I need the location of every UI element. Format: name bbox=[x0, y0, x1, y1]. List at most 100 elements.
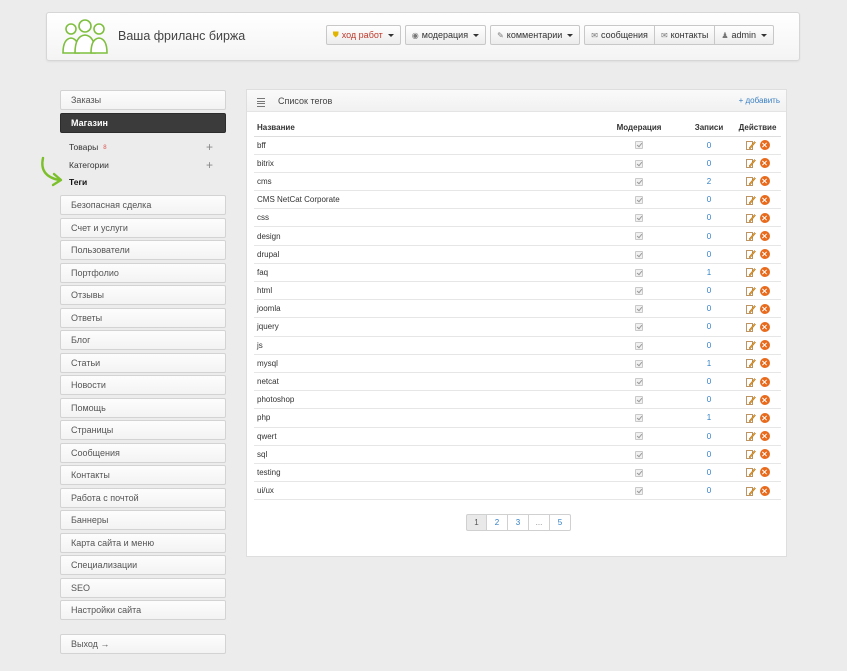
tag-name[interactable]: bitrix bbox=[254, 154, 594, 173]
sidebar-item[interactable]: Отзывы bbox=[60, 285, 226, 305]
tag-count[interactable]: 2 bbox=[684, 172, 734, 192]
tag-count[interactable]: 0 bbox=[684, 226, 734, 246]
edit-icon[interactable] bbox=[745, 358, 756, 369]
tag-count[interactable]: 0 bbox=[684, 208, 734, 228]
tag-count[interactable]: 0 bbox=[684, 481, 734, 501]
page-link[interactable]: ... bbox=[529, 514, 550, 531]
tag-name[interactable]: sql bbox=[254, 445, 594, 464]
sidebar-item[interactable]: Помощь bbox=[60, 397, 226, 418]
contacts-button[interactable]: ✉ контакты bbox=[654, 25, 716, 45]
tag-name[interactable]: qwert bbox=[254, 427, 594, 446]
edit-icon[interactable] bbox=[745, 431, 756, 441]
edit-icon[interactable] bbox=[745, 413, 756, 423]
delete-icon[interactable] bbox=[759, 249, 770, 260]
tag-count[interactable]: 0 bbox=[684, 463, 734, 483]
delete-icon[interactable] bbox=[759, 176, 770, 187]
delete-icon[interactable] bbox=[759, 467, 770, 478]
edit-icon[interactable] bbox=[745, 449, 756, 460]
sidebar-item[interactable]: Карта сайта и меню bbox=[60, 532, 226, 553]
sidebar-item[interactable]: Безопасная сделка bbox=[60, 195, 226, 215]
tag-name[interactable]: faq bbox=[254, 263, 594, 283]
moderation-checkbox[interactable] bbox=[635, 177, 643, 186]
tag-name[interactable]: testing bbox=[254, 463, 594, 483]
moderation-checkbox[interactable] bbox=[635, 468, 643, 477]
site-title[interactable]: Ваша фриланс биржа bbox=[118, 29, 245, 43]
sidebar-item[interactable]: Статьи bbox=[60, 352, 226, 373]
edit-icon[interactable] bbox=[745, 486, 756, 496]
logout-button[interactable]: Выход → bbox=[60, 634, 226, 654]
page-link[interactable]: 3 bbox=[508, 514, 529, 531]
sidebar-item[interactable]: Блог bbox=[60, 330, 226, 350]
delete-icon[interactable] bbox=[759, 194, 770, 205]
tag-name[interactable]: js bbox=[254, 336, 594, 355]
delete-icon[interactable] bbox=[759, 394, 770, 405]
tag-count[interactable]: 0 bbox=[684, 336, 734, 355]
delete-icon[interactable] bbox=[759, 212, 770, 223]
edit-icon[interactable] bbox=[745, 176, 756, 187]
tag-name[interactable]: ui/ux bbox=[254, 481, 594, 501]
tag-count[interactable]: 0 bbox=[684, 154, 734, 173]
moderation-checkbox[interactable] bbox=[635, 341, 643, 350]
edit-icon[interactable] bbox=[745, 286, 756, 296]
sidebar-item-orders[interactable]: Заказы bbox=[60, 90, 226, 110]
tag-name[interactable]: jquery bbox=[254, 317, 594, 337]
sidebar-item-shop[interactable]: Магазин bbox=[60, 112, 226, 133]
edit-icon[interactable] bbox=[745, 467, 756, 478]
sidebar-item[interactable]: Баннеры bbox=[60, 510, 226, 530]
sidebar-item[interactable]: Настройки сайта bbox=[60, 600, 226, 620]
edit-icon[interactable] bbox=[745, 377, 756, 387]
edit-icon[interactable] bbox=[745, 340, 756, 351]
tag-name[interactable]: css bbox=[254, 208, 594, 228]
menu-icon[interactable] bbox=[257, 98, 265, 108]
edit-icon[interactable] bbox=[745, 231, 756, 241]
moderation-menu-button[interactable]: ◉ модерация bbox=[404, 25, 487, 45]
tag-count[interactable]: 1 bbox=[684, 354, 734, 373]
logo-people-icon[interactable] bbox=[62, 19, 108, 55]
delete-icon[interactable] bbox=[759, 285, 770, 296]
add-category-icon[interactable]: + bbox=[206, 159, 213, 171]
progress-menu-button[interactable]: ⛊ ход работ bbox=[325, 25, 401, 45]
edit-icon[interactable] bbox=[745, 158, 756, 169]
tag-count[interactable]: 0 bbox=[684, 390, 734, 410]
edit-icon[interactable] bbox=[745, 267, 756, 278]
subnav-item-products[interactable]: Товары 8 bbox=[69, 142, 107, 152]
delete-icon[interactable] bbox=[759, 321, 770, 332]
moderation-checkbox[interactable] bbox=[635, 487, 643, 496]
moderation-checkbox[interactable] bbox=[635, 141, 643, 150]
moderation-checkbox[interactable] bbox=[635, 432, 643, 441]
edit-icon[interactable] bbox=[745, 195, 756, 205]
moderation-checkbox[interactable] bbox=[635, 250, 643, 259]
tag-name[interactable]: cms bbox=[254, 172, 594, 192]
tag-name[interactable]: php bbox=[254, 408, 594, 428]
tag-count[interactable]: 0 bbox=[684, 136, 734, 155]
tag-count[interactable]: 0 bbox=[684, 245, 734, 264]
moderation-checkbox[interactable] bbox=[635, 196, 643, 205]
tag-count[interactable]: 0 bbox=[684, 427, 734, 446]
moderation-checkbox[interactable] bbox=[635, 396, 643, 405]
tag-count[interactable]: 0 bbox=[684, 372, 734, 392]
sidebar-item[interactable]: Новости bbox=[60, 375, 226, 395]
tag-count[interactable]: 1 bbox=[684, 408, 734, 428]
delete-icon[interactable] bbox=[759, 431, 770, 442]
tag-name[interactable]: mysql bbox=[254, 354, 594, 373]
moderation-checkbox[interactable] bbox=[635, 159, 643, 168]
edit-icon[interactable] bbox=[745, 213, 756, 223]
edit-icon[interactable] bbox=[745, 304, 756, 314]
delete-icon[interactable] bbox=[759, 340, 770, 351]
moderation-checkbox[interactable] bbox=[635, 268, 643, 277]
sidebar-item[interactable]: Работа с почтой bbox=[60, 487, 226, 508]
moderation-checkbox[interactable] bbox=[635, 214, 643, 223]
page-link[interactable]: 1 bbox=[466, 514, 487, 531]
page-link[interactable]: 2 bbox=[487, 514, 508, 531]
tag-name[interactable]: drupal bbox=[254, 245, 594, 264]
sidebar-item[interactable]: SEO bbox=[60, 577, 226, 598]
delete-icon[interactable] bbox=[759, 231, 770, 242]
sidebar-item[interactable]: Портфолио bbox=[60, 262, 226, 283]
tag-name[interactable]: photoshop bbox=[254, 390, 594, 410]
tag-name[interactable]: html bbox=[254, 281, 594, 301]
add-tag-link[interactable]: + добавить bbox=[739, 96, 780, 105]
page-link[interactable]: 5 bbox=[550, 514, 571, 531]
delete-icon[interactable] bbox=[759, 358, 770, 369]
moderation-checkbox[interactable] bbox=[635, 359, 643, 368]
delete-icon[interactable] bbox=[759, 158, 770, 169]
